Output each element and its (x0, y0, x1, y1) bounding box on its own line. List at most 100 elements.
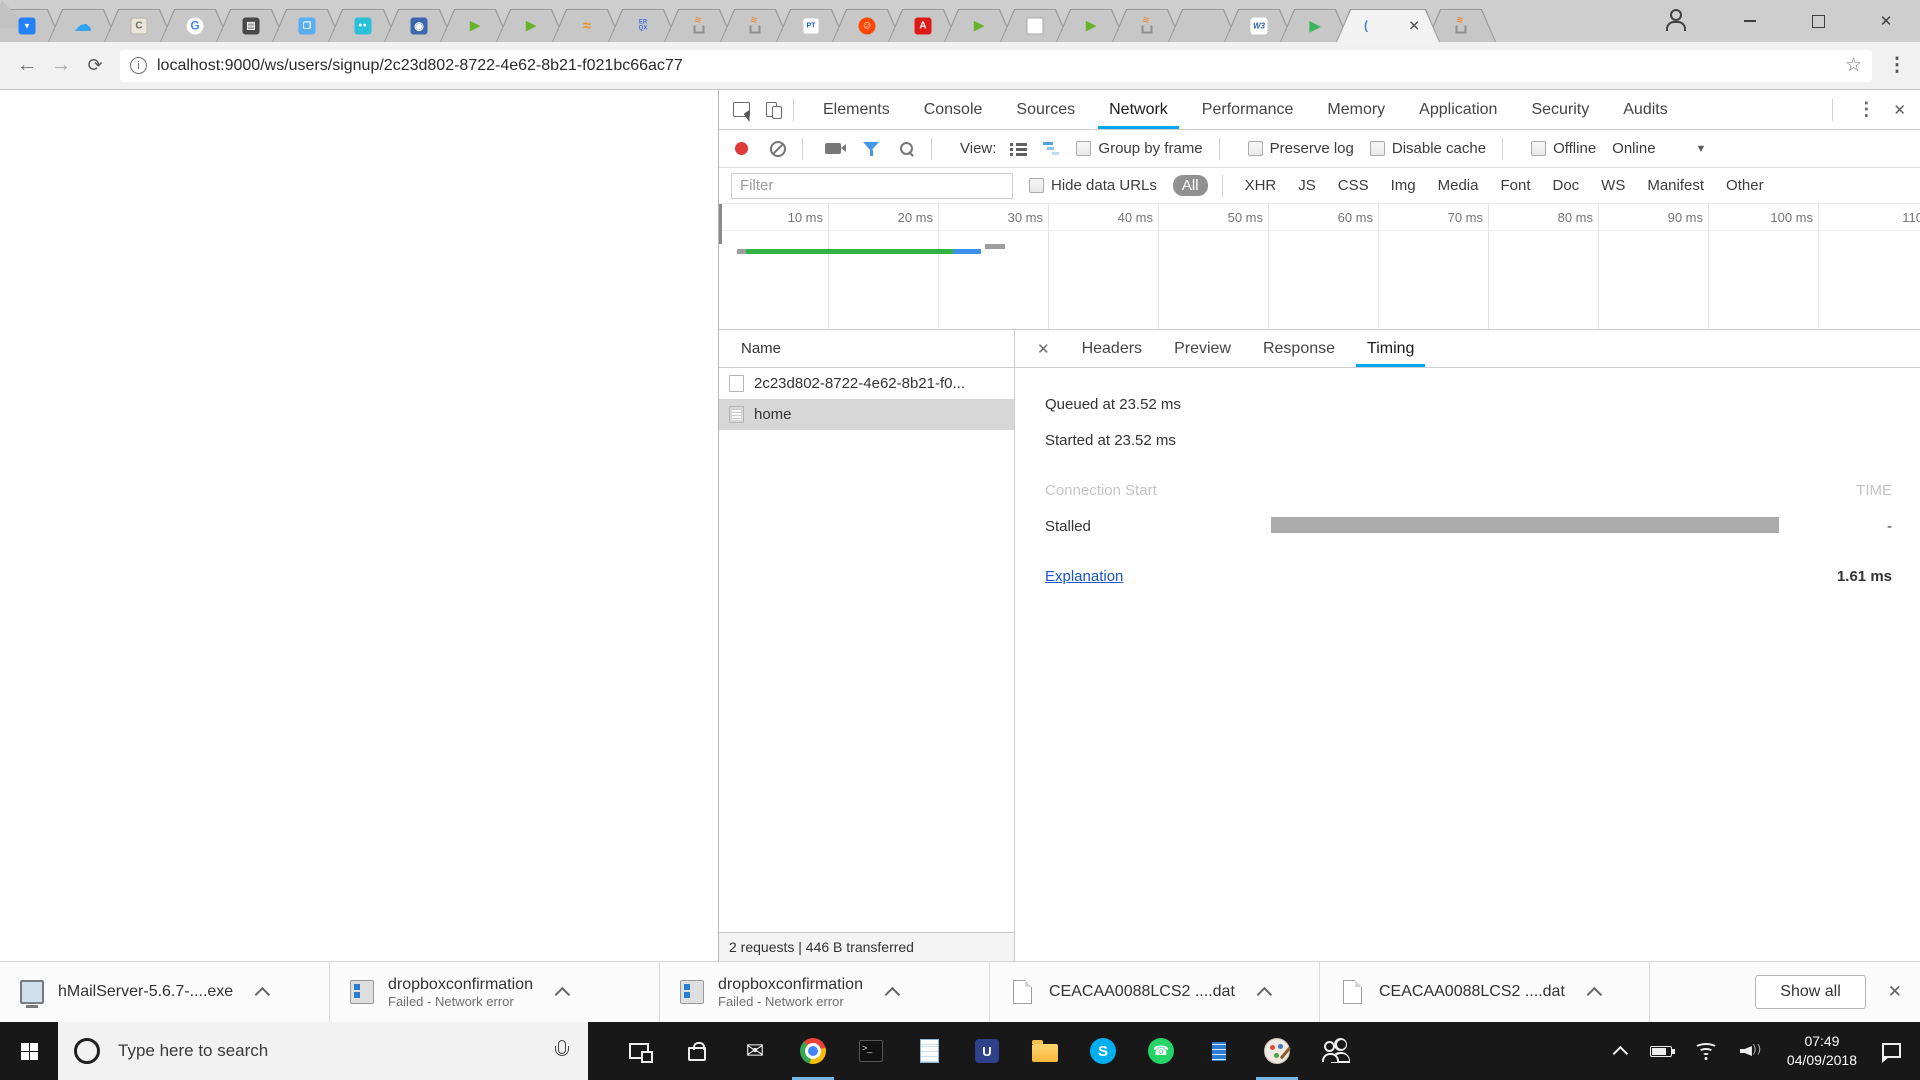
browser-tab[interactable] (1336, 9, 1440, 42)
omnibox[interactable]: localhost:9000/ws/users/signup/2c23d802-… (120, 49, 1872, 82)
chevron-down-icon[interactable] (1696, 143, 1707, 155)
profile-icon[interactable] (1662, 7, 1688, 33)
detail-tab[interactable]: Headers (1066, 330, 1158, 367)
inspect-element-icon[interactable] (733, 102, 750, 117)
disable-cache-option[interactable]: Disable cache (1369, 140, 1486, 157)
detail-tab[interactable]: Preview (1158, 330, 1247, 367)
taskbar-app-button[interactable] (726, 1022, 784, 1080)
filter-type-chip[interactable]: Manifest (1647, 177, 1704, 194)
action-center-button[interactable] (1871, 1022, 1912, 1080)
filter-type-chip[interactable]: Img (1391, 177, 1416, 194)
taskbar-app-button[interactable] (1190, 1022, 1248, 1080)
devtools-tab[interactable]: Performance (1185, 90, 1311, 129)
clear-icon[interactable] (770, 140, 786, 157)
request-row[interactable]: home (719, 399, 1014, 430)
taskbar-app-button[interactable] (668, 1022, 726, 1080)
filter-type-chip[interactable]: WS (1601, 177, 1625, 194)
taskbar-app-button[interactable] (1074, 1022, 1132, 1080)
reload-button[interactable] (78, 49, 112, 83)
devtools-tab[interactable]: Sources (999, 90, 1092, 129)
download-menu-chevron-icon[interactable] (1256, 986, 1273, 1002)
taskbar-app-button[interactable] (610, 1022, 668, 1080)
window-minimize-button[interactable] (1730, 8, 1770, 34)
download-item[interactable]: hMailServer-5.6.7-....exe (0, 962, 330, 1022)
tray-network[interactable] (1683, 1022, 1729, 1080)
devtools-tab[interactable]: Network (1092, 90, 1185, 129)
filter-type-all[interactable]: All (1172, 175, 1208, 196)
group-by-frame-checkbox[interactable] (1076, 141, 1092, 156)
devtools-close-icon[interactable] (1887, 101, 1920, 119)
taskbar-app-button[interactable] (900, 1022, 958, 1080)
filter-type-chip[interactable]: Doc (1552, 177, 1579, 194)
back-button[interactable] (10, 49, 44, 83)
tray-volume[interactable] (1729, 1022, 1773, 1080)
taskbar-app-button[interactable] (1132, 1022, 1190, 1080)
window-maximize-button[interactable] (1798, 8, 1838, 34)
explanation-link[interactable]: Explanation (1045, 568, 1123, 585)
detail-close-icon[interactable] (1015, 340, 1066, 358)
requests-header[interactable]: Name (719, 330, 1014, 368)
throttling-dropdown[interactable]: Online (1612, 140, 1655, 157)
offline-option[interactable]: Offline (1531, 140, 1596, 157)
devtools-tab[interactable]: Audits (1606, 90, 1684, 129)
taskbar-app-button[interactable] (784, 1022, 842, 1080)
cortana-icon[interactable] (74, 1038, 100, 1064)
filter-type-chip[interactable]: JS (1298, 177, 1316, 194)
download-item[interactable]: dropboxconfirmation Failed - Network err… (330, 962, 660, 1022)
taskbar-app-button[interactable] (842, 1022, 900, 1080)
download-item[interactable]: CEACAA0088LCS2 ....dat (1320, 962, 1650, 1022)
url-text[interactable]: localhost:9000/ws/users/signup/2c23d802-… (157, 57, 1845, 75)
hide-data-urls-option[interactable]: Hide data URLs (1029, 177, 1157, 194)
devtools-menu-icon[interactable] (1845, 99, 1887, 120)
filter-icon[interactable] (863, 141, 879, 156)
network-overview[interactable]: 10 ms 20 ms 30 ms 40 ms 50 ms 60 ms 70 m… (719, 204, 1920, 330)
filter-type-chip[interactable]: Media (1438, 177, 1479, 194)
devtools-tab[interactable]: Security (1514, 90, 1606, 129)
download-menu-chevron-icon[interactable] (884, 986, 901, 1002)
taskbar-clock[interactable]: 07:49 04/09/2018 (1773, 1032, 1871, 1070)
taskbar-app-button[interactable] (1248, 1022, 1306, 1080)
detail-tab[interactable]: Timing (1351, 330, 1430, 367)
start-button[interactable] (0, 1022, 58, 1080)
hide-data-urls-checkbox[interactable] (1029, 178, 1044, 193)
taskbar-app-button[interactable] (1306, 1022, 1364, 1080)
devtools-tab[interactable]: Elements (806, 90, 907, 129)
tray-show-hidden-icons[interactable] (1606, 1022, 1639, 1080)
window-close-button[interactable] (1866, 8, 1906, 34)
forward-button[interactable] (44, 49, 78, 83)
filter-type-chip[interactable]: Font (1500, 177, 1530, 194)
view-list-icon[interactable] (1010, 142, 1028, 155)
record-icon[interactable] (735, 142, 748, 155)
devtools-tab[interactable]: Application (1402, 90, 1514, 129)
page-info-icon[interactable] (130, 57, 147, 74)
tray-battery[interactable] (1639, 1022, 1683, 1080)
browser-menu-icon[interactable] (1882, 54, 1912, 77)
detail-tab[interactable]: Response (1247, 330, 1351, 367)
capture-screenshots-icon[interactable] (825, 143, 846, 154)
download-menu-chevron-icon[interactable] (254, 986, 271, 1002)
disable-cache-checkbox[interactable] (1369, 141, 1385, 156)
show-all-button[interactable]: Show all (1755, 975, 1866, 1009)
microphone-icon[interactable] (554, 1040, 569, 1062)
filter-input[interactable] (731, 172, 1013, 199)
offline-checkbox[interactable] (1531, 141, 1547, 156)
view-waterfall-icon[interactable] (1043, 142, 1060, 155)
devtools-tab[interactable]: Memory (1310, 90, 1402, 129)
downloads-bar-close-icon[interactable] (1888, 982, 1902, 1002)
taskbar-search[interactable]: Type here to search (58, 1022, 588, 1080)
download-menu-chevron-icon[interactable] (1586, 986, 1603, 1002)
device-toolbar-icon[interactable] (766, 102, 782, 119)
filter-type-chip[interactable]: CSS (1338, 177, 1369, 194)
filter-type-chip[interactable]: Other (1726, 177, 1764, 194)
search-icon[interactable] (899, 141, 915, 157)
tab-close-icon[interactable] (1408, 17, 1420, 34)
devtools-tab[interactable]: Console (907, 90, 1000, 129)
filter-type-chip[interactable]: XHR (1245, 177, 1277, 194)
request-row[interactable]: 2c23d802-8722-4e62-8b21-f0... (719, 368, 1014, 399)
bookmark-star-icon[interactable] (1845, 54, 1862, 77)
taskbar-app-button[interactable] (958, 1022, 1016, 1080)
preserve-log-option[interactable]: Preserve log (1247, 140, 1354, 157)
group-by-frame-option[interactable]: Group by frame (1076, 140, 1203, 157)
taskbar-app-button[interactable] (1016, 1022, 1074, 1080)
download-menu-chevron-icon[interactable] (554, 986, 571, 1002)
